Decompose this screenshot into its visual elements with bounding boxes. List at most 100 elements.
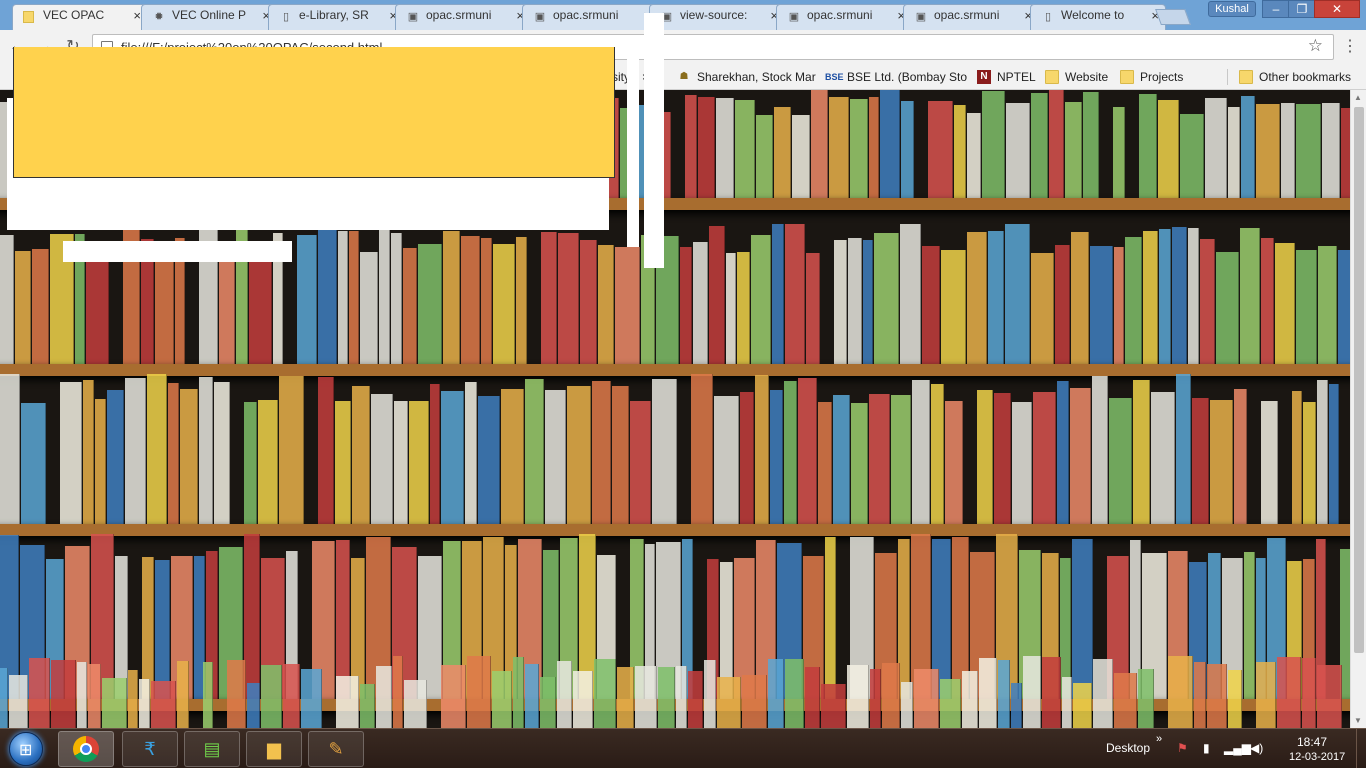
book-spine: [612, 386, 629, 524]
book-spine: [558, 233, 579, 364]
book-spine: [203, 662, 213, 728]
tab-title: VEC OPAC: [43, 8, 105, 22]
tab-vec-online[interactable]: ✹ VEC Online P ×: [141, 4, 277, 30]
book-spine: [29, 658, 50, 728]
sharekhan-icon: ☗: [679, 71, 689, 82]
tab-opac-4[interactable]: ▣ opac.srmuni ×: [903, 4, 1039, 30]
book-spine: [297, 235, 317, 364]
taskbar-paint[interactable]: ✎: [308, 731, 364, 767]
battery-icon[interactable]: ▮: [1203, 741, 1210, 755]
tab-welcome[interactable]: ▯ Welcome to ×: [1030, 4, 1166, 30]
close-icon[interactable]: ×: [133, 8, 141, 23]
book-spine: [393, 656, 403, 728]
folder-icon: [1239, 70, 1253, 84]
book-spine: [1176, 374, 1191, 524]
book-spine: [15, 251, 31, 364]
desktop-toolbar-label[interactable]: Desktop: [1106, 741, 1150, 755]
bookmark-folder-website[interactable]: Website: [1045, 68, 1108, 86]
book-spine: [818, 402, 832, 524]
bookmark-sharekhan[interactable]: ☗ Sharekhan, Stock Mar: [677, 68, 816, 86]
book-spine: [580, 240, 597, 364]
book-spine: [693, 242, 708, 364]
volume-icon[interactable]: ◀): [1250, 741, 1263, 755]
book-spine: [979, 658, 997, 728]
book-spine: [219, 244, 235, 364]
browser-menu-icon[interactable]: ⋮: [1342, 36, 1358, 56]
show-desktop-button[interactable]: [1356, 729, 1366, 768]
maximize-button[interactable]: ❐: [1288, 0, 1316, 18]
book-spine: [1341, 108, 1350, 198]
book-spine: [1143, 231, 1158, 364]
clock-date[interactable]: 12-03-2017: [1289, 751, 1345, 763]
tab-title: VEC Online P: [172, 8, 247, 22]
tab-opac-1[interactable]: ▣ opac.srmuni ×: [395, 4, 531, 30]
book-spine: [630, 401, 651, 524]
book-spine: [409, 401, 429, 524]
chrome-icon: [73, 736, 99, 762]
start-button[interactable]: ⊞: [9, 732, 43, 766]
tab-title: opac.srmuni: [553, 8, 619, 22]
tab-opac-3[interactable]: ▣ opac.srmuni ×: [776, 4, 912, 30]
book-spine: [403, 248, 417, 364]
book-spine: [1188, 228, 1199, 364]
book-spine: [737, 252, 750, 364]
book-spine: [95, 399, 106, 524]
tab-e-library[interactable]: ▯ e-Library, SR ×: [268, 4, 404, 30]
taskbar-rupee[interactable]: ₹: [122, 731, 178, 767]
chevron-icon[interactable]: »: [1156, 733, 1162, 745]
book-spine: [513, 657, 524, 728]
book-spine: [901, 101, 914, 198]
taskbar-chrome[interactable]: [58, 731, 114, 767]
network-error-icon[interactable]: ⚑: [1177, 741, 1188, 755]
book-spine: [851, 403, 868, 524]
book-spine: [869, 394, 890, 524]
book-spine: [441, 391, 464, 524]
book-spine: [658, 667, 675, 728]
taskbar-explorer[interactable]: ▆: [246, 731, 302, 767]
bookmark-folder-projects[interactable]: Projects: [1120, 68, 1183, 86]
scrollbar-thumb[interactable]: [1354, 107, 1364, 653]
minimize-button[interactable]: –: [1262, 0, 1290, 18]
tab-view-source[interactable]: ▣ view-source: ×: [649, 4, 785, 30]
bookmark-bse[interactable]: BSE BSE Ltd. (Bombay Sto: [825, 68, 968, 86]
tab-title: opac.srmuni: [934, 8, 1000, 22]
book-spine: [1083, 92, 1099, 198]
taskbar-charts[interactable]: ▤: [184, 731, 240, 767]
book-spine: [1138, 669, 1154, 728]
book-spine: [1205, 98, 1227, 198]
book-spine: [481, 238, 492, 364]
book-spine: [525, 379, 544, 524]
bookmark-nptel[interactable]: N NPTEL: [977, 68, 1036, 86]
book-spine: [168, 383, 179, 524]
book-spine: [418, 244, 442, 364]
new-tab-button[interactable]: [1155, 9, 1191, 25]
book-spine: [1180, 114, 1204, 198]
image-icon: ▣: [534, 11, 546, 23]
book-spine: [1092, 376, 1108, 524]
book-spine: [967, 232, 987, 364]
bookmarks-separator: [1227, 69, 1228, 85]
book-spine: [912, 380, 930, 524]
user-profile-button[interactable]: Kushal: [1208, 1, 1256, 17]
vertical-scrollbar[interactable]: ▲ ▼: [1350, 90, 1366, 728]
tab-opac-2[interactable]: ▣ opac.srmuni ×: [522, 4, 658, 30]
tab-vec-opac[interactable]: VEC OPAC ×: [12, 4, 148, 31]
book-spine: [652, 379, 677, 524]
search-input[interactable]: [63, 241, 292, 262]
book-spine: [954, 105, 966, 198]
book-spine: [1296, 104, 1321, 198]
bookmark-star-icon[interactable]: ☆: [1308, 36, 1323, 56]
other-bookmarks[interactable]: Other bookmarks: [1239, 68, 1351, 86]
book-spine: [1114, 247, 1124, 364]
close-window-button[interactable]: ✕: [1314, 0, 1360, 18]
bookmark-label: BSE Ltd. (Bombay Sto: [847, 70, 968, 84]
book-spine: [9, 675, 28, 728]
book-spine: [1093, 659, 1113, 728]
scroll-down-arrow-icon[interactable]: ▼: [1354, 716, 1362, 725]
clock-time[interactable]: 18:47: [1297, 735, 1327, 749]
scroll-up-arrow-icon[interactable]: ▲: [1354, 93, 1362, 102]
book-spine: [567, 386, 591, 524]
signal-icon[interactable]: ▂▄▆: [1224, 741, 1251, 755]
book-spine: [139, 679, 150, 728]
book-spine: [914, 669, 939, 728]
